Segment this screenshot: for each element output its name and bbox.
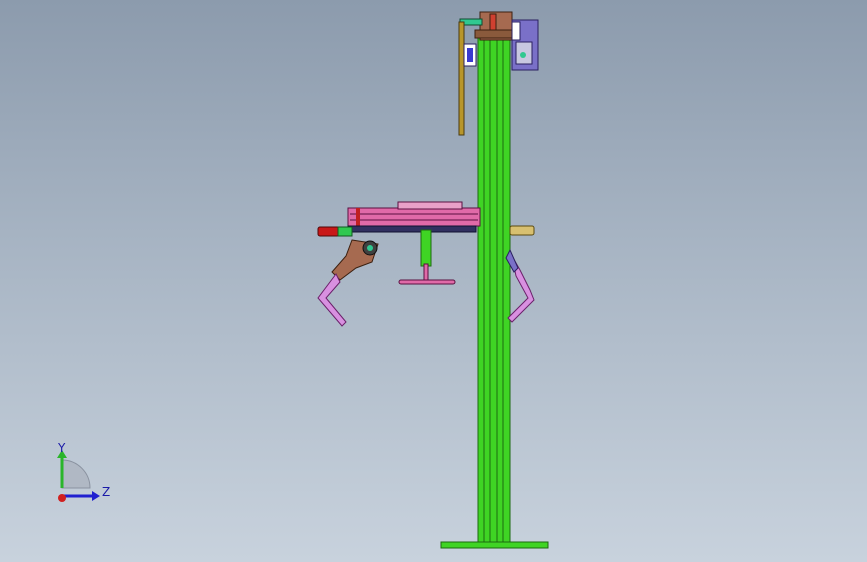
assembly-model[interactable]: [0, 0, 867, 562]
center-pusher: [398, 229, 456, 285]
axis-triad: Y Z: [57, 441, 110, 502]
graphics-viewport[interactable]: Y Z: [0, 0, 867, 562]
horizontal-beam: [347, 201, 481, 233]
right-stub: [509, 225, 535, 236]
motor-unit: [511, 19, 539, 71]
left-cylinder: [317, 226, 353, 237]
x-axis-point: [58, 494, 66, 502]
base-plate: [440, 541, 549, 549]
vertical-column: [477, 37, 511, 543]
left-gripper: [317, 239, 379, 327]
z-axis-label: Z: [102, 485, 110, 499]
top-mount: [474, 11, 518, 41]
y-axis-label: Y: [57, 441, 66, 455]
